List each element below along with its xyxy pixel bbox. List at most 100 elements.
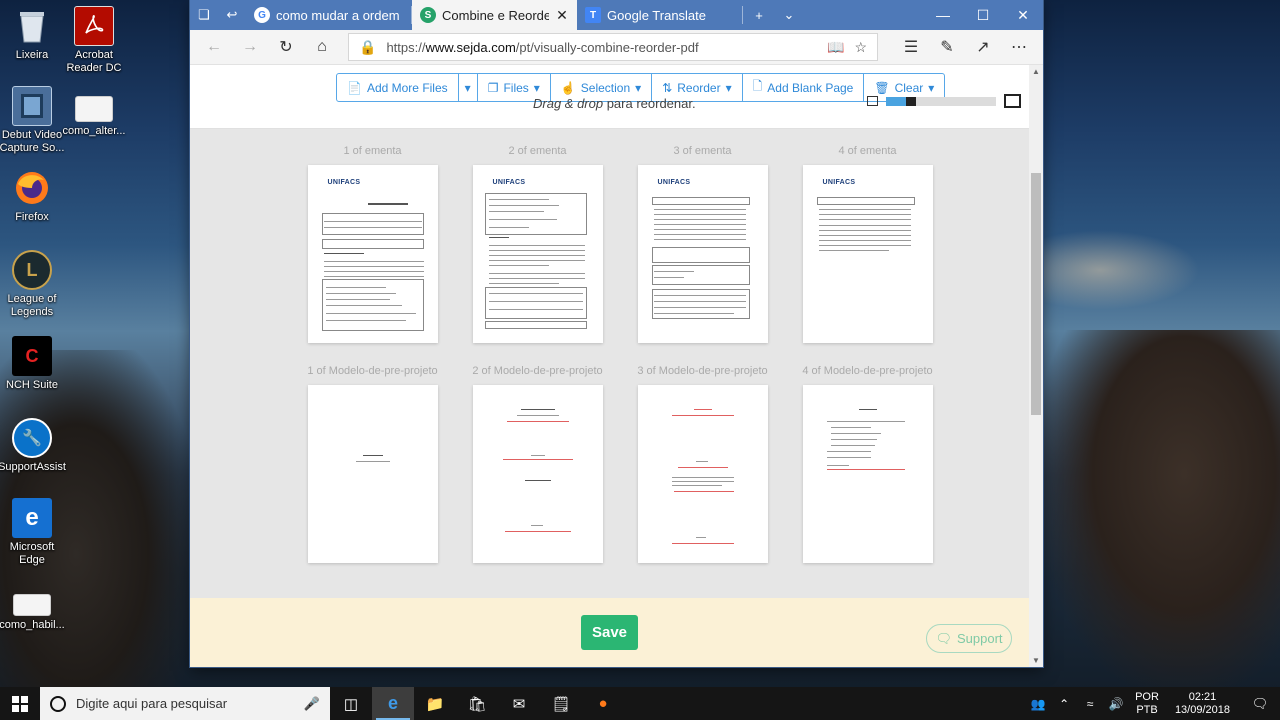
back-arrow-icon[interactable]: ← (196, 32, 232, 62)
scroll-down-icon[interactable]: ▼ (1029, 656, 1043, 665)
favorite-star-icon[interactable]: ☆ (854, 39, 867, 56)
taskbar-edge-icon[interactable]: e (372, 687, 414, 720)
microphone-icon[interactable]: 🎤 (304, 696, 320, 712)
address-bar[interactable]: 🔒 https://www.sejda.com/pt/visually-comb… (348, 33, 878, 61)
page-thumbnail-cell[interactable]: 3 of ementa UNIFACS (620, 145, 785, 343)
sejda-favicon-icon: S (420, 7, 436, 23)
taskbar-firefox-icon[interactable]: ● (582, 687, 624, 720)
web-note-pen-icon[interactable]: ✎ (929, 32, 965, 62)
zoom-slider-handle[interactable] (905, 96, 916, 106)
thumbnail-text-line (504, 531, 571, 532)
page-thumbnail-cell[interactable]: 2 of ementa UNIFACS (455, 145, 620, 343)
desktop-icon-como-habil[interactable]: como_habil... (0, 594, 68, 632)
desktop-icon-acrobat[interactable]: Acrobat Reader DC (58, 6, 130, 75)
page-thumbnail[interactable] (802, 385, 933, 563)
thumbnail-text-line (323, 221, 422, 222)
editor-header: 📄 Add More Files ▾ ❐ Files ▾ ☝ Selection ▾ ⇅ R… (190, 65, 1029, 129)
page-thumbnail[interactable] (637, 385, 768, 563)
thumbnail-text-line (488, 293, 583, 294)
people-icon[interactable]: 👥 (1025, 697, 1051, 711)
page-thumbnail[interactable]: UNIFACS (307, 165, 438, 343)
thumbnail-text-line (355, 461, 390, 462)
minimize-icon[interactable]: — (923, 0, 963, 30)
desktop-icon-label: Lixeira (15, 49, 49, 61)
new-tab-icon[interactable]: + (743, 0, 775, 30)
thumbnail-text-line (323, 227, 422, 228)
mail-icon[interactable]: ✉ (498, 687, 540, 720)
zoom-in-image-icon[interactable]: . (1004, 94, 1021, 108)
desktop-icon-edge[interactable]: e Microsoft Edge (0, 498, 68, 567)
close-window-icon[interactable]: ✕ (1003, 0, 1043, 30)
thumbnail-text-line (671, 477, 734, 478)
thumbnail-title-line (367, 203, 408, 205)
thumbnail-text-line (671, 485, 722, 486)
page-thumbnail-cell[interactable]: 3 of Modelo-de-pre-projeto (620, 365, 785, 563)
set-aside-tabs-icon[interactable]: ↩ (218, 0, 246, 30)
action-center-icon[interactable]: 🗨 (1240, 696, 1280, 712)
page-thumbnail-cell[interactable]: 2 of Modelo-de-pre-projeto (455, 365, 620, 563)
zoom-slider[interactable] (886, 96, 996, 106)
page-thumbnail-cell[interactable]: 1 of ementa UNIFACS (290, 145, 455, 343)
desktop-icon-league[interactable]: L League of Legends (0, 250, 68, 319)
clock[interactable]: 02:21 13/09/2018 (1165, 691, 1240, 717)
close-tab-icon[interactable]: ✕ (555, 7, 569, 24)
support-button[interactable]: 🗨 Support (926, 624, 1012, 653)
caret-down-icon: ▾ (635, 80, 642, 95)
page-thumbnail[interactable]: UNIFACS (637, 165, 768, 343)
thumbnail-text-line (325, 299, 390, 300)
sticky-notes-icon[interactable]: 🗒 (540, 687, 582, 720)
page-thumbnail-cell[interactable]: 1 of Modelo-de-pre-projeto (290, 365, 455, 563)
tab-title: Google Translate (607, 7, 707, 23)
page-thumbnail[interactable]: UNIFACS (472, 165, 603, 343)
share-icon[interactable]: ↗ (965, 32, 1001, 62)
desktop-icon-nch[interactable]: C NCH Suite (0, 336, 68, 392)
thumbnail-text-line (653, 214, 746, 215)
scroll-up-icon[interactable]: ▲ (1029, 67, 1043, 76)
add-blank-page-button[interactable]: 🗋 Add Blank Page (743, 74, 865, 101)
more-options-icon[interactable]: ⋯ (1001, 32, 1037, 62)
volume-icon[interactable]: 🔊 (1103, 697, 1129, 711)
start-windows-icon[interactable] (0, 687, 40, 720)
page-thumbnail[interactable] (472, 385, 603, 563)
tab-google-translate[interactable]: T Google Translate (577, 0, 742, 30)
tab-google-search[interactable]: G como mudar a ordem das p (246, 0, 411, 30)
thumbnail-text-line (488, 301, 583, 302)
page-thumbnail-cell[interactable]: 4 of Modelo-de-pre-projeto (785, 365, 950, 563)
maximize-icon[interactable]: ☐ (963, 0, 1003, 30)
input-language[interactable]: POR PTB (1129, 691, 1165, 717)
page-thumbnail[interactable] (307, 385, 438, 563)
thumbnail-text-line (524, 480, 551, 481)
search-placeholder: Digite aqui para pesquisar (76, 696, 228, 711)
wifi-icon[interactable]: ≈ (1077, 697, 1103, 711)
add-files-dropdown-button[interactable]: ▾ (459, 74, 478, 101)
page-thumbnail-cell[interactable]: 4 of ementa UNIFACS (785, 145, 950, 343)
thumbnail-text-line (826, 421, 905, 422)
store-icon[interactable]: 🛍 (456, 687, 498, 720)
task-view-icon[interactable]: ◫ (330, 687, 372, 720)
tab-list-icon[interactable]: ❏ (190, 0, 218, 30)
desktop-icon-firefox[interactable]: Firefox (0, 168, 68, 224)
scrollbar-thumb[interactable] (1031, 173, 1041, 415)
thumbnail-text-line (653, 219, 746, 220)
file-explorer-icon[interactable]: 📁 (414, 687, 456, 720)
page-thumbnail-label: 3 of Modelo-de-pre-projeto (637, 365, 768, 377)
tab-sejda[interactable]: S Combine e Reordene Vi ✕ (412, 0, 577, 30)
forward-arrow-icon[interactable]: → (232, 32, 268, 62)
refresh-icon[interactable]: ↻ (268, 32, 304, 62)
save-button[interactable]: Save (581, 615, 638, 650)
show-hidden-icons-chevron-icon[interactable]: ⌃ (1051, 697, 1077, 711)
page-thumbnail[interactable]: UNIFACS (802, 165, 933, 343)
tab-preview-chevron-icon[interactable]: ⌄ (775, 0, 803, 30)
taskbar-search-input[interactable]: Digite aqui para pesquisar 🎤 (40, 687, 330, 720)
home-icon[interactable]: ⌂ (304, 32, 340, 62)
desktop-icon-como-alter[interactable]: como_alter... (58, 96, 130, 138)
thumbnail-text-line (830, 445, 875, 446)
zoom-out-image-icon[interactable]: . (867, 96, 878, 106)
page-scrollbar[interactable]: ▲ ▼ (1029, 65, 1043, 667)
add-more-files-button[interactable]: 📄 Add More Files (337, 74, 459, 101)
reading-view-icon[interactable]: 📖 (827, 39, 844, 56)
desktop-icon-supportassist[interactable]: 🔧 SupportAssist (0, 418, 68, 474)
thumbnail-text-line (818, 209, 911, 210)
desktop-icon-label: Acrobat Reader DC (66, 49, 122, 74)
favorites-hub-icon[interactable]: ☰ (893, 32, 929, 62)
